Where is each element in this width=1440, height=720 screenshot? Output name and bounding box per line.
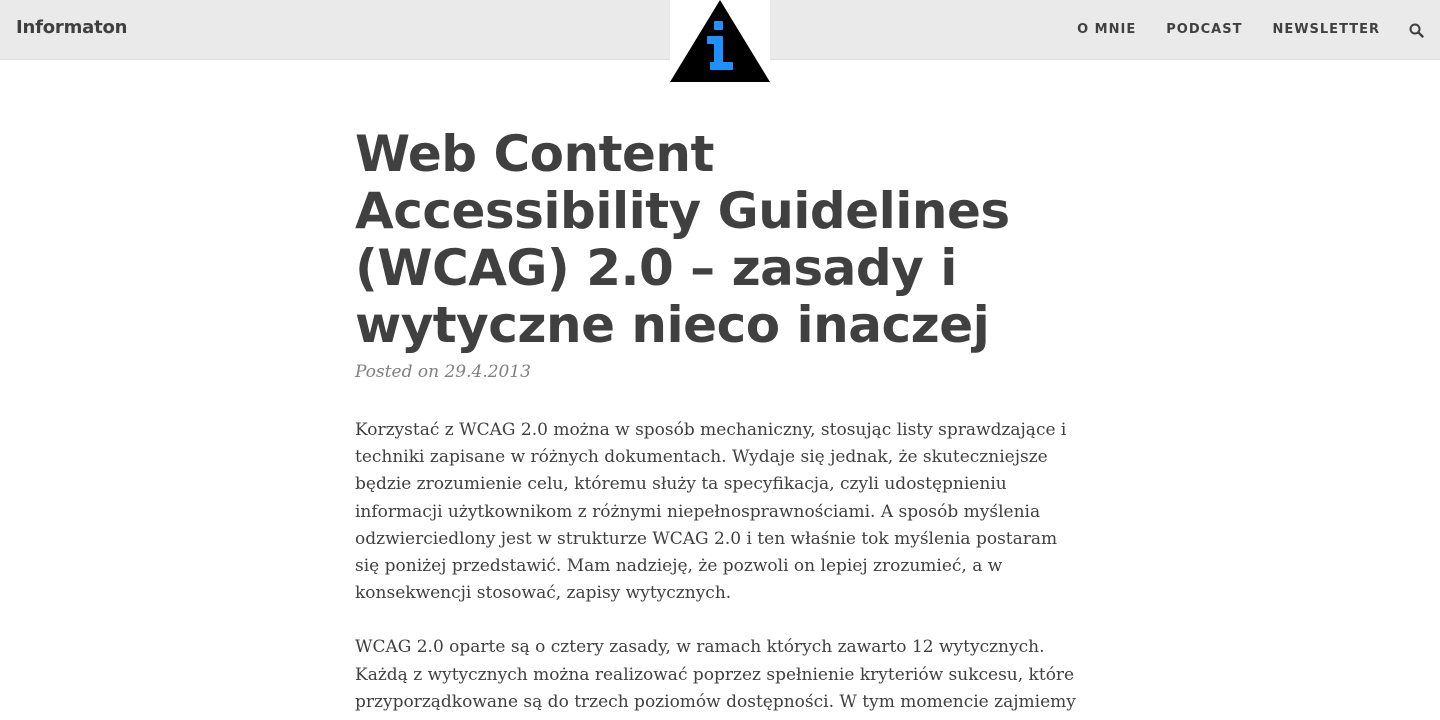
post-title: Web Content Accessibility Guidelines (WC… (355, 125, 1010, 354)
post-paragraph: Korzystać z WCAG 2.0 można w sposób mech… (355, 420, 1067, 604)
post: Web Content Accessibility Guidelines (WC… (355, 126, 1095, 716)
info-triangle-logo-icon (670, 0, 770, 82)
main-nav: O MNIE PODCAST NEWSLETTER (1077, 22, 1380, 37)
nav-link-o-mnie[interactable]: O MNIE (1077, 22, 1136, 37)
post-paragraph: WCAG 2.0 oparte są o cztery zasady, w ra… (355, 637, 1076, 712)
navbar: Informaton O MNIE PODCAST NEWSLETTER (0, 0, 1440, 82)
search-icon[interactable] (1409, 23, 1424, 38)
brand-link[interactable]: Informaton (16, 17, 127, 38)
nav-link-podcast[interactable]: PODCAST (1166, 22, 1242, 37)
post-body: Korzystać z WCAG 2.0 można w sposób mech… (355, 417, 1095, 716)
site-logo[interactable] (670, 0, 770, 82)
nav-link-newsletter[interactable]: NEWSLETTER (1272, 22, 1380, 37)
post-meta: Posted on 29.4.2013 (355, 362, 531, 382)
